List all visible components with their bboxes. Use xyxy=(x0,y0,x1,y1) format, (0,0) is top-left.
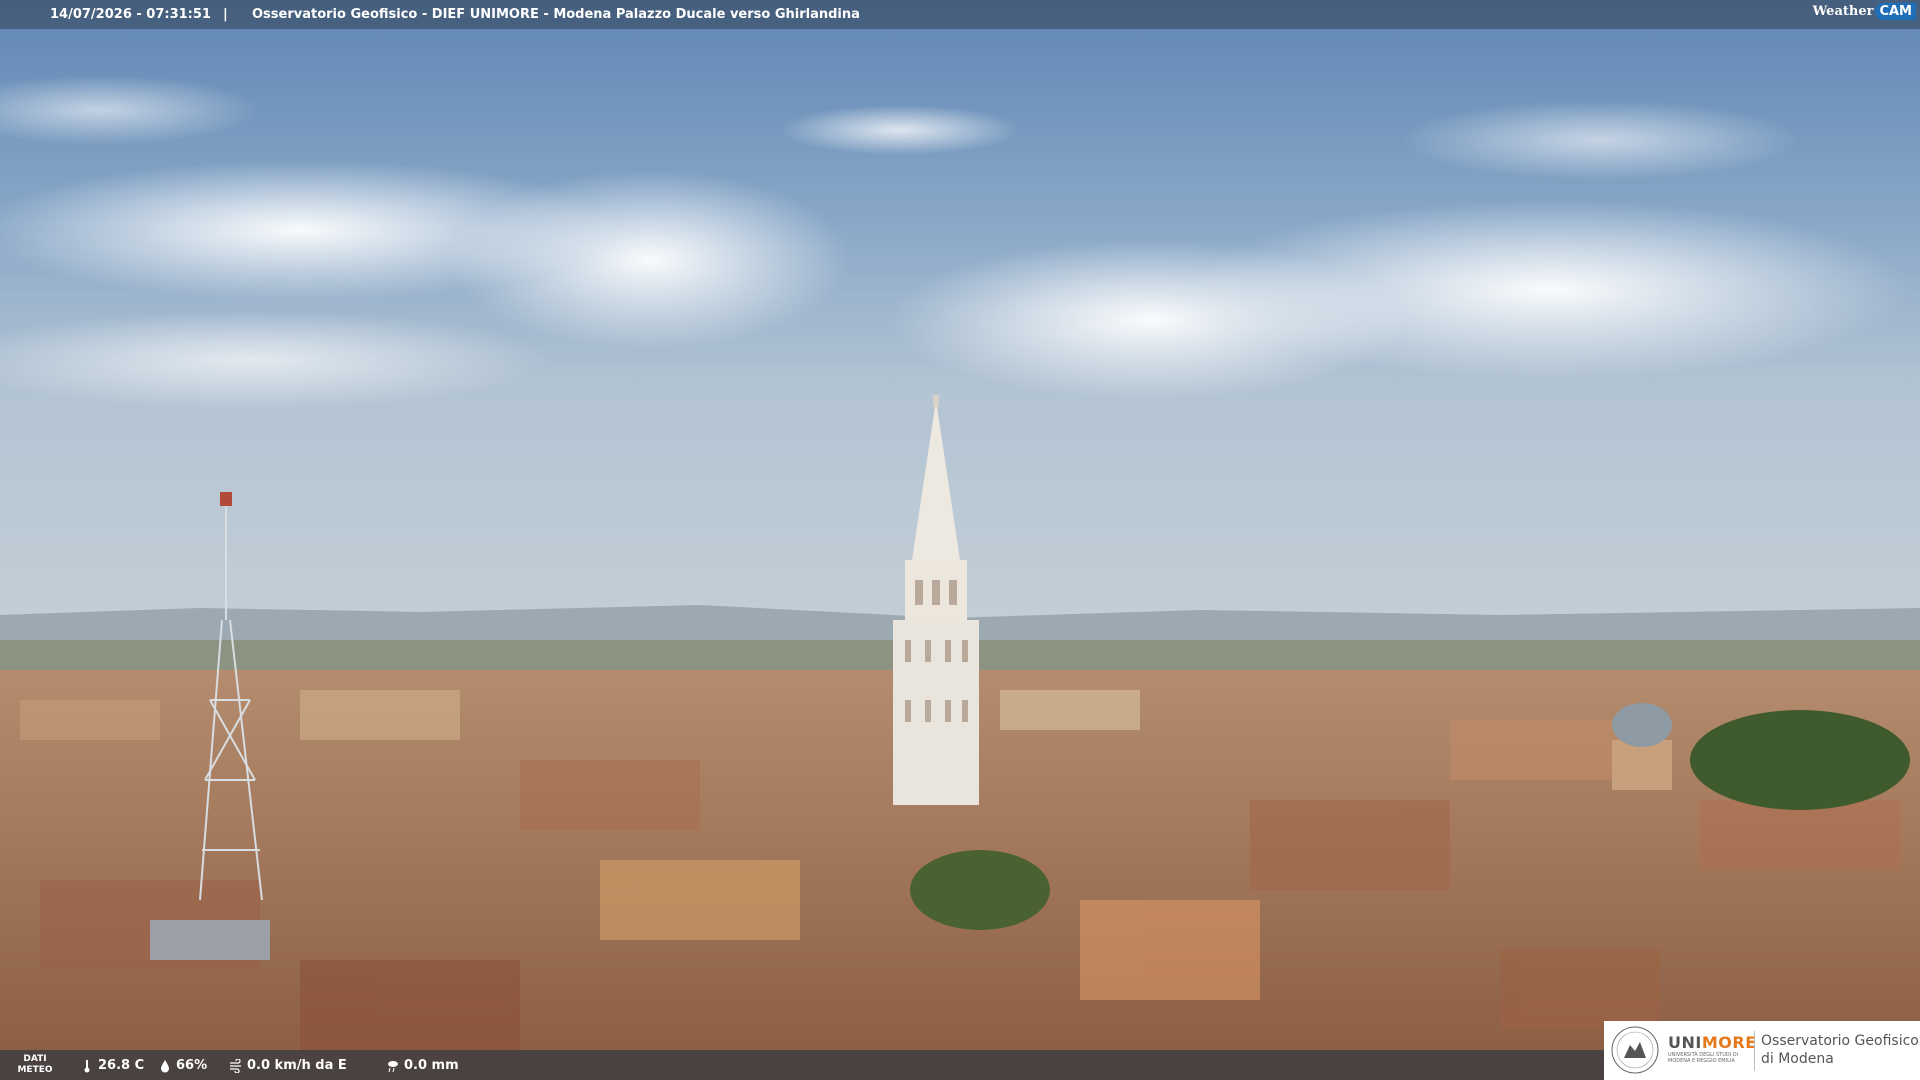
temperature-readout: 26.8 C xyxy=(80,1058,144,1073)
unimore-prefix: UNI xyxy=(1668,1033,1702,1052)
temperature-value: 26.8 C xyxy=(98,1058,145,1073)
rain-value: 0.0 mm xyxy=(404,1058,459,1073)
header-separator: | xyxy=(223,7,228,22)
rain-icon xyxy=(388,1060,398,1072)
rain-readout: 0.0 mm xyxy=(386,1058,459,1073)
wind-icon xyxy=(230,1058,241,1073)
university-seal-icon xyxy=(1611,1026,1659,1074)
dati-label-line2: METEO xyxy=(17,1065,53,1075)
weathercam-logo: Weather CAM xyxy=(1813,3,1916,20)
observatory-line2: di Modena xyxy=(1761,1051,1834,1067)
dati-meteo-label: DATI METEO xyxy=(14,1054,56,1076)
thermometer-icon xyxy=(84,1059,90,1072)
unimore-logo: UNIMORE UNIVERSITÀ DEGLI STUDI DI MODENA… xyxy=(1604,1021,1920,1080)
camera-title: Osservatorio Geofisico - DIEF UNIMORE - … xyxy=(252,7,860,22)
humidity-drop-icon xyxy=(161,1059,169,1072)
brand-cam-text: CAM xyxy=(1875,3,1916,20)
observatory-line1: Osservatorio Geofisico xyxy=(1761,1033,1919,1049)
humidity-value: 66% xyxy=(176,1058,208,1073)
humidity-readout: 66% xyxy=(158,1058,207,1073)
timestamp: 14/07/2026 - 07:31:51 xyxy=(50,7,211,22)
unimore-suffix: MORE xyxy=(1701,1033,1757,1052)
unimore-subtitle: UNIVERSITÀ DEGLI STUDI DI MODENA E REGGI… xyxy=(1668,1052,1739,1064)
wind-value: 0.0 km/h da E xyxy=(247,1058,347,1073)
header-bar: 14/07/2026 - 07:31:51 | Osservatorio Geo… xyxy=(0,0,1920,29)
observatory-name: Osservatorio Geofisico di Modena xyxy=(1761,1032,1919,1068)
unimore-wordmark: UNIMORE xyxy=(1668,1033,1757,1052)
wind-readout: 0.0 km/h da E xyxy=(229,1058,347,1073)
dati-label-line1: DATI xyxy=(23,1054,47,1064)
brand-weather-text: Weather xyxy=(1812,4,1874,19)
logo-divider xyxy=(1754,1031,1755,1071)
webcam-photo xyxy=(0,0,1920,1080)
